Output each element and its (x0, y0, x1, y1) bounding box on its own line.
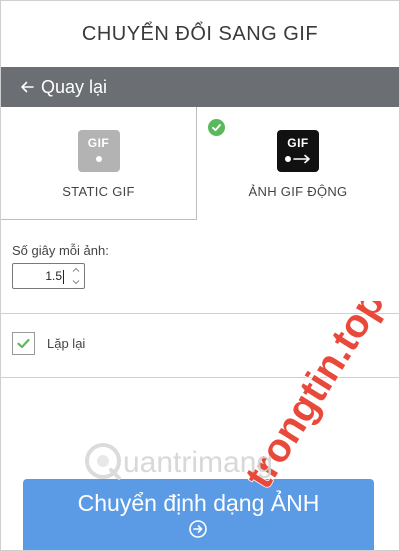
divider (1, 313, 399, 314)
back-button[interactable]: Quay lại (1, 67, 399, 107)
static-gif-icon-text: GIF (87, 136, 110, 150)
text-caret (63, 270, 64, 284)
option-animated-gif[interactable]: GIF ẢNH GIF ĐỘNG (197, 107, 399, 219)
option-static-gif-label: STATIC GIF (62, 184, 135, 199)
arrow-left-icon (19, 79, 35, 95)
page-title: CHUYỂN ĐỔI SANG GIF (81, 23, 319, 45)
gif-converter-panel: CHUYỂN ĐỔI SANG GIF Quay lại GIF STATIC … (0, 0, 400, 551)
animated-gif-icon: GIF (277, 130, 319, 172)
divider (1, 377, 399, 378)
option-animated-gif-label: ẢNH GIF ĐỘNG (248, 184, 348, 199)
site-watermark-text: trongtin.top (241, 301, 393, 491)
spin-down-icon (72, 280, 80, 285)
repeat-checkbox[interactable] (12, 332, 35, 355)
gif-type-options: GIF STATIC GIF GIF ẢNH GIF ĐỘNG (1, 107, 399, 221)
convert-button-label: Chuyển định dạng ẢNH (77, 490, 320, 516)
back-label: Quay lại (41, 76, 108, 97)
convert-button[interactable]: Chuyển định dạng ẢNH (23, 479, 374, 550)
number-spinner[interactable] (71, 267, 81, 285)
brand-watermark-text: uantrimang (123, 446, 273, 479)
site-watermark: trongtin.top (241, 301, 394, 491)
option-static-gif[interactable]: GIF STATIC GIF (1, 107, 197, 220)
checkmark-icon (17, 338, 30, 349)
selected-check-icon (208, 119, 225, 136)
static-gif-icon: GIF (77, 130, 120, 172)
seconds-per-image-value: 1.5 (45, 269, 62, 283)
spin-up-icon (72, 267, 80, 272)
brand-logo-icon (85, 443, 121, 479)
animated-gif-icon-text: GIF (287, 136, 309, 150)
repeat-label: Lặp lại (47, 336, 86, 351)
seconds-per-image-input[interactable]: 1.5 (12, 263, 85, 289)
arrow-circle-icon (189, 520, 207, 538)
seconds-per-image-label: Số giây mỗi ảnh: (12, 243, 109, 258)
